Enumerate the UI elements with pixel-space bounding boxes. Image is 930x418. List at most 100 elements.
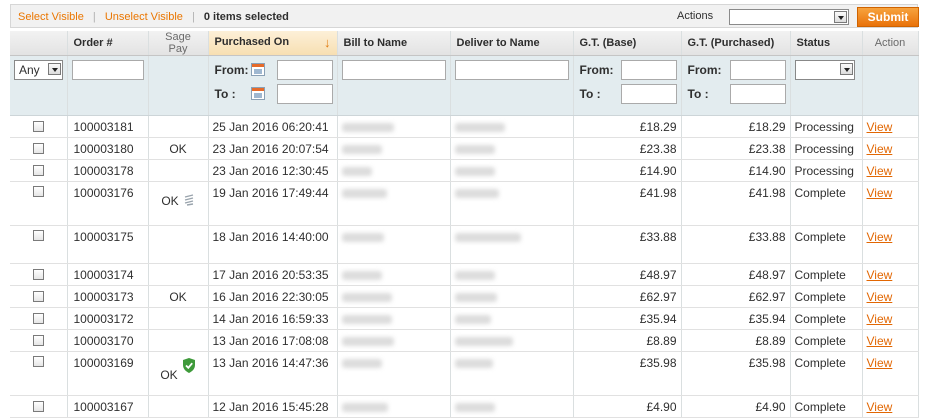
- table-row[interactable]: 100003181 25 Jan 2016 06:20:41 £18.29 £18.2…: [10, 115, 919, 138]
- view-link[interactable]: View: [867, 142, 893, 156]
- purchased-to-input[interactable]: [729, 84, 786, 104]
- view-link[interactable]: View: [867, 356, 893, 370]
- table-row[interactable]: 100003180 OK 23 Jan 2016 20:07:54 £23.38 £23…: [10, 137, 919, 160]
- base-to-input[interactable]: [620, 84, 677, 104]
- order-number: 100003175: [67, 225, 149, 264]
- row-checkbox[interactable]: [32, 313, 44, 324]
- date-to-input[interactable]: [276, 84, 333, 104]
- bill-to-name: [337, 225, 451, 264]
- submit-button[interactable]: Submit: [857, 7, 919, 27]
- table-row[interactable]: 100003172 14 Jan 2016 16:59:33 £35.94 £35.9…: [10, 307, 919, 330]
- view-link[interactable]: View: [867, 120, 893, 134]
- table-row[interactable]: 100003167 12 Jan 2016 15:45:28 £4.90 £4.90 C…: [10, 395, 919, 418]
- header-gt-base[interactable]: G.T. (Base): [573, 31, 682, 56]
- redacted-name: [454, 336, 513, 346]
- sagepay-cell: [148, 263, 209, 286]
- row-checkbox[interactable]: [32, 356, 44, 367]
- view-link[interactable]: View: [867, 230, 893, 244]
- row-checkbox[interactable]: [32, 401, 44, 412]
- view-link[interactable]: View: [867, 334, 893, 348]
- purchased-from-row: From:: [686, 60, 786, 80]
- filter-order-input[interactable]: [71, 60, 144, 80]
- bill-to-name: [337, 137, 451, 160]
- redacted-name: [341, 189, 387, 199]
- order-status: Complete: [790, 285, 863, 308]
- view-link[interactable]: View: [867, 268, 893, 282]
- view-link[interactable]: View: [867, 164, 893, 178]
- sagepay-cell: OK: [148, 351, 209, 396]
- sagepay-cell: [148, 159, 209, 182]
- row-checkbox[interactable]: [32, 186, 44, 197]
- redacted-name: [341, 336, 394, 346]
- table-row[interactable]: 100003174 17 Jan 2016 20:53:35 £48.97 £48.9…: [10, 263, 919, 286]
- action-cell: View: [862, 159, 919, 182]
- filter-purchased-total-cell: From: To :: [681, 55, 791, 116]
- header-deliver-to-name[interactable]: Deliver to Name: [450, 31, 574, 56]
- header-gt-purchased[interactable]: G.T. (Purchased): [681, 31, 791, 56]
- table-row[interactable]: 100003176 OK 19 Jan 2016 17:49:44 £41.98 £41…: [10, 181, 919, 226]
- row-checkbox[interactable]: [32, 165, 44, 176]
- row-checkbox[interactable]: [32, 269, 44, 280]
- header-order-number[interactable]: Order #: [67, 31, 149, 56]
- view-link[interactable]: View: [867, 290, 893, 304]
- deliver-to-name: [450, 137, 574, 160]
- date-from-label: From:: [214, 63, 249, 77]
- deliver-to-name: [450, 181, 574, 226]
- view-link[interactable]: View: [867, 312, 893, 326]
- gt-purchased: £48.97: [681, 263, 791, 286]
- row-checkbox[interactable]: [32, 121, 44, 132]
- row-checkbox[interactable]: [32, 143, 44, 154]
- gt-base: £35.98: [573, 351, 682, 396]
- row-checkbox-cell: [10, 395, 68, 418]
- header-purchased-on[interactable]: Purchased On ↓: [208, 31, 338, 56]
- sagepay-ok: OK: [160, 368, 178, 382]
- table-row[interactable]: 100003173 OK 16 Jan 2016 22:30:05 £62.97 £62…: [10, 285, 919, 308]
- row-checkbox-cell: [10, 351, 68, 396]
- purchased-on: 23 Jan 2016 20:07:54: [208, 137, 338, 160]
- unselect-visible-link[interactable]: Unselect Visible: [105, 11, 183, 23]
- filter-status-select[interactable]: [794, 60, 855, 80]
- action-cell: View: [862, 351, 919, 396]
- table-row[interactable]: 100003178 23 Jan 2016 12:30:45 £14.90 £14.9…: [10, 159, 919, 182]
- selected-count: 0 items selected: [203, 11, 289, 23]
- redacted-name: [341, 292, 392, 302]
- table-row[interactable]: 100003169 OK 13 Jan 2016 14:47:36 £35.98 £35…: [10, 351, 919, 396]
- header-sage-pay[interactable]: Sage Pay: [148, 31, 209, 56]
- header-status[interactable]: Status: [790, 31, 863, 56]
- order-number: 100003167: [67, 395, 149, 418]
- actions-select[interactable]: [729, 9, 849, 25]
- purchased-from-input[interactable]: [729, 60, 786, 80]
- view-link[interactable]: View: [867, 400, 893, 414]
- action-cell: View: [862, 329, 919, 352]
- redacted-name: [341, 314, 392, 324]
- deliver-to-name: [450, 351, 574, 396]
- base-from-label: From:: [579, 63, 614, 77]
- calendar-icon[interactable]: [250, 87, 265, 100]
- chevron-down-icon: [839, 63, 853, 75]
- filter-deliver-input[interactable]: [454, 60, 569, 80]
- sagepay-cell: OK: [148, 137, 209, 160]
- action-cell: View: [862, 307, 919, 330]
- purchased-on: 13 Jan 2016 14:47:36: [208, 351, 338, 396]
- bill-to-name: [337, 115, 451, 138]
- calendar-icon[interactable]: [250, 63, 265, 76]
- filter-bill-input[interactable]: [341, 60, 446, 80]
- bill-to-name: [337, 181, 451, 226]
- base-from-input[interactable]: [620, 60, 677, 80]
- table-row[interactable]: 100003175 18 Jan 2016 14:40:00 £33.88 £33.8…: [10, 225, 919, 264]
- row-checkbox[interactable]: [32, 291, 44, 302]
- select-visible-link[interactable]: Select Visible: [18, 11, 84, 23]
- table-row[interactable]: 100003170 13 Jan 2016 17:08:08 £8.89 £8.89 C…: [10, 329, 919, 352]
- row-checkbox[interactable]: [32, 230, 44, 241]
- order-number: 100003170: [67, 329, 149, 352]
- header-bill-to-name[interactable]: Bill to Name: [337, 31, 451, 56]
- row-checkbox[interactable]: [32, 335, 44, 346]
- filter-bill-cell: [337, 55, 451, 116]
- date-from-input[interactable]: [276, 60, 333, 80]
- base-to-label: To :: [579, 87, 601, 101]
- view-link[interactable]: View: [867, 186, 893, 200]
- gt-base: £35.94: [573, 307, 682, 330]
- row-checkbox-cell: [10, 225, 68, 264]
- gt-purchased: £35.94: [681, 307, 791, 330]
- filter-any-select[interactable]: Any: [14, 60, 63, 80]
